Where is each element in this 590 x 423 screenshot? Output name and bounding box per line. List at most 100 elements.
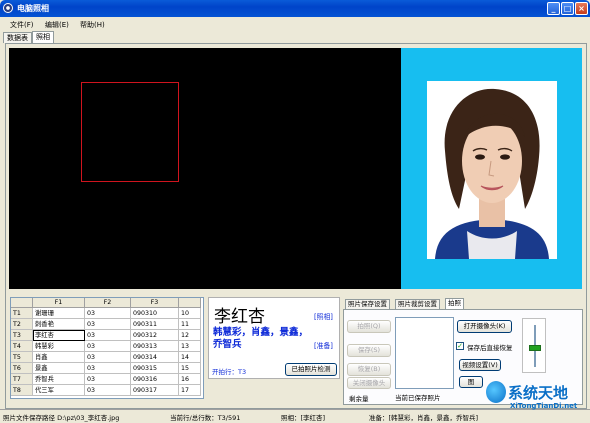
open-camera-button[interactable]: 打开摄像头(K) xyxy=(457,320,512,333)
row-header[interactable]: T1 xyxy=(11,308,33,319)
table-cell[interactable]: 03 xyxy=(85,374,131,385)
video-settings-button[interactable]: 视频设置(V) xyxy=(459,359,501,371)
table-cell[interactable]: 刺香艳 xyxy=(33,319,85,330)
table-cell[interactable]: 03 xyxy=(85,363,131,374)
table-row[interactable]: T4 韩慧彩 03 090313 13 xyxy=(11,341,203,352)
grid-header-cell[interactable] xyxy=(11,298,33,308)
tab-photo-crop-settings[interactable]: 照片裁剪设置 xyxy=(395,299,440,309)
table-cell[interactable]: 代三军 xyxy=(33,385,85,396)
table-cell[interactable]: 韩慧彩 xyxy=(33,341,85,352)
row-header[interactable]: T7 xyxy=(11,374,33,385)
status-prep: 准备：[韩慧彩，肖鑫，景鑫，乔智兵] xyxy=(369,414,479,422)
auto-restore-checkbox[interactable]: ✓ xyxy=(456,342,464,350)
table-cell[interactable]: 090310 xyxy=(131,308,179,319)
table-row[interactable]: T3 李红杏 03 090312 12 xyxy=(11,330,203,341)
prep-tag: [准备] xyxy=(314,342,333,350)
main-tabs: 数据表 照相 xyxy=(0,31,590,43)
shoot-button[interactable]: 拍照(Q) xyxy=(347,320,391,333)
row-header[interactable]: T2 xyxy=(11,319,33,330)
row-header[interactable]: T8 xyxy=(11,385,33,396)
prepared-names: 韩慧彩，肖鑫，景鑫，乔智兵 xyxy=(213,327,309,350)
tab-photo-save-settings[interactable]: 照片保存设置 xyxy=(345,299,390,309)
watermark: 系统天地 XiTongTianDi.net xyxy=(486,375,590,423)
table-cell[interactable]: 14 xyxy=(179,352,201,363)
table-cell[interactable]: 15 xyxy=(179,363,201,374)
zoom-slider[interactable] xyxy=(522,318,546,373)
portrait-photo xyxy=(427,81,557,259)
minimize-button[interactable]: _ xyxy=(547,2,560,15)
grid-header-cell[interactable] xyxy=(179,298,201,308)
table-cell[interactable]: 17 xyxy=(179,385,201,396)
table-cell[interactable]: 090313 xyxy=(131,341,179,352)
table-cell[interactable]: 03 xyxy=(85,319,131,330)
table-cell[interactable]: 16 xyxy=(179,374,201,385)
table-cell[interactable]: 03 xyxy=(85,308,131,319)
menu-bar: 文件(F) 编辑(E) 帮助(H) xyxy=(0,17,590,31)
maximize-button[interactable]: □ xyxy=(561,2,574,15)
table-row[interactable]: T7 乔智兵 03 090316 16 xyxy=(11,374,203,385)
restore-button[interactable]: 恢复(B) xyxy=(347,363,391,376)
table-cell[interactable]: 090317 xyxy=(131,385,179,396)
window-title: 电脑照相 xyxy=(17,4,49,13)
table-cell[interactable]: 乔智兵 xyxy=(33,374,85,385)
table-row[interactable]: T2 刺香艳 03 090311 11 xyxy=(11,319,203,330)
slider-thumb[interactable] xyxy=(529,345,541,351)
table-cell[interactable]: 03 xyxy=(85,352,131,363)
table-cell[interactable]: 李红杏 xyxy=(33,330,85,341)
table-cell[interactable]: 12 xyxy=(179,330,201,341)
menu-edit[interactable]: 编辑(E) xyxy=(45,20,69,30)
table-row[interactable]: T6 景鑫 03 090315 15 xyxy=(11,363,203,374)
camera-preview xyxy=(9,48,401,289)
table-cell[interactable]: 景鑫 xyxy=(33,363,85,374)
table-cell[interactable]: 03 xyxy=(85,330,131,341)
auto-restore-label: 保存后直接恢复 xyxy=(467,344,513,352)
row-header[interactable]: T4 xyxy=(11,341,33,352)
remaining-label: 剩余量 xyxy=(349,395,369,403)
menu-file[interactable]: 文件(F) xyxy=(10,20,34,30)
row-header[interactable]: T3 xyxy=(11,330,33,341)
close-button[interactable]: × xyxy=(575,2,588,15)
menu-help[interactable]: 帮助(H) xyxy=(80,20,105,30)
grid-header-cell[interactable]: F1 xyxy=(33,298,85,308)
table-row[interactable]: T8 代三军 03 090317 17 xyxy=(11,385,203,396)
table-cell[interactable]: 13 xyxy=(179,341,201,352)
grid-header: F1 F2 F3 xyxy=(11,298,203,308)
saved-photo-preview xyxy=(395,317,454,389)
status-path: 照片文件保存路径 D:\pz\03_李红杏.jpg xyxy=(3,414,120,422)
tab-photo[interactable]: 照相 xyxy=(32,31,54,43)
crop-frame[interactable] xyxy=(81,82,179,182)
status-photo: 照相：[李红杏] xyxy=(281,414,326,422)
app-icon xyxy=(3,3,13,13)
table-cell[interactable]: 03 xyxy=(85,341,131,352)
check-photos-button[interactable]: 已拍照片检测 xyxy=(285,363,337,376)
watermark-logo-icon xyxy=(486,381,506,403)
row-header[interactable]: T5 xyxy=(11,352,33,363)
image-button[interactable]: 图 xyxy=(459,376,483,388)
close-camera-button[interactable]: 关闭摄像头 xyxy=(347,377,391,389)
table-cell[interactable]: 090311 xyxy=(131,319,179,330)
table-cell[interactable]: 03 xyxy=(85,385,131,396)
grid-header-cell[interactable]: F3 xyxy=(131,298,179,308)
table-row[interactable]: T1 谢珊珊 03 090310 10 xyxy=(11,308,203,319)
title-bar: 电脑照相 _ □ × xyxy=(0,0,590,17)
student-grid[interactable]: F1 F2 F3 T1 谢珊珊 03 090310 10 T2 刺香艳 03 090311 11 T3 李红… xyxy=(10,297,204,399)
table-cell[interactable]: 090312 xyxy=(131,330,179,341)
table-cell[interactable]: 090316 xyxy=(131,374,179,385)
watermark-title: 系统天地 xyxy=(508,384,569,402)
table-cell[interactable]: 谢珊珊 xyxy=(33,308,85,319)
status-row: 当前行/总行数：T3/591 xyxy=(170,414,241,422)
table-cell[interactable]: 090314 xyxy=(131,352,179,363)
photo-settings-tabs: 照片保存设置 照片裁剪设置 拍照 xyxy=(343,298,583,309)
row-header[interactable]: T6 xyxy=(11,363,33,374)
current-name: 李红杏 xyxy=(214,307,265,327)
watermark-url: XiTongTianDi.net xyxy=(510,402,578,410)
tab-data-table[interactable]: 数据表 xyxy=(3,32,32,43)
table-cell[interactable]: 肖鑫 xyxy=(33,352,85,363)
table-cell[interactable]: 10 xyxy=(179,308,201,319)
table-cell[interactable]: 090315 xyxy=(131,363,179,374)
save-button[interactable]: 保存(S) xyxy=(347,344,391,357)
grid-header-cell[interactable]: F2 xyxy=(85,298,131,308)
table-cell[interactable]: 11 xyxy=(179,319,201,330)
table-row[interactable]: T5 肖鑫 03 090314 14 xyxy=(11,352,203,363)
tab-capture[interactable]: 拍照 xyxy=(445,298,464,309)
